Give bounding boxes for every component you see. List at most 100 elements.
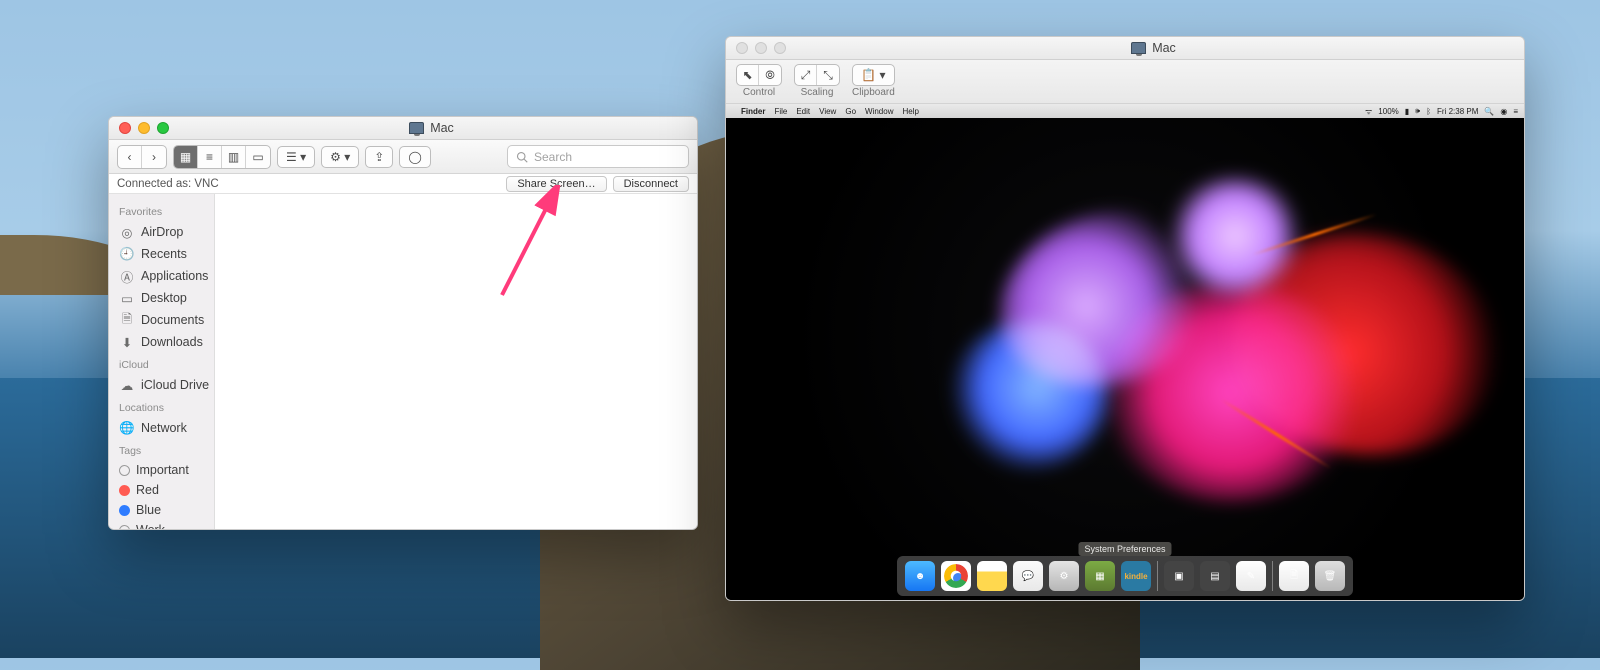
share-screen-button[interactable]: Share Screen…	[506, 176, 606, 192]
sidebar-item-tag-work[interactable]: Work	[115, 520, 214, 529]
dock-system-preferences-icon[interactable]: ⚙︎	[1049, 561, 1079, 591]
finder-toolbar: ‹ › ▦ ≡ ▥ ▭ ☰ ▾ ⚙︎ ▾ ⇪ ◯ Search	[109, 140, 697, 174]
binoculars-icon[interactable]: ⦾	[759, 65, 781, 85]
fit-icon[interactable]: ⤢	[795, 65, 817, 85]
finder-titlebar[interactable]: Mac	[109, 117, 697, 140]
bluetooth-icon[interactable]: ᛒ	[1426, 107, 1431, 116]
connected-as-label: Connected as: VNC	[117, 178, 219, 190]
airdrop-icon: ◎	[119, 224, 135, 240]
actual-icon[interactable]: ⤡	[817, 65, 839, 85]
clipboard-label: Clipboard	[852, 87, 895, 98]
nav-back-forward[interactable]: ‹ ›	[117, 145, 167, 169]
tag-icon	[119, 525, 130, 530]
connection-bar: Connected as: VNC Share Screen… Disconne…	[109, 174, 697, 194]
minimize-icon[interactable]	[755, 42, 767, 54]
sidebar-item-documents[interactable]: 🗎Documents	[115, 309, 214, 331]
sidebar-item-network[interactable]: 🌐Network	[115, 417, 214, 439]
dock-kindle-icon[interactable]: kindle	[1121, 561, 1151, 591]
siri-icon[interactable]: ◉	[1500, 107, 1507, 116]
sidebar-item-tag-important[interactable]: Important	[115, 460, 214, 480]
clock-icon: 🕘	[119, 246, 135, 262]
dock-messages-icon[interactable]: 💬	[1013, 561, 1043, 591]
scaling-label: Scaling	[801, 87, 834, 98]
gallery-view-icon[interactable]: ▭	[246, 146, 270, 168]
tags-button[interactable]: ◯	[399, 146, 430, 168]
sidebar-item-recents[interactable]: 🕘Recents	[115, 243, 214, 265]
arrange-button[interactable]: ☰ ▾	[277, 146, 315, 168]
close-icon[interactable]	[736, 42, 748, 54]
downloads-icon: ⬇	[119, 334, 135, 350]
icon-view-icon[interactable]: ▦	[174, 146, 198, 168]
dock-tooltip: System Preferences	[1078, 542, 1171, 556]
screenshare-titlebar[interactable]: Mac	[726, 37, 1524, 60]
finder-content[interactable]	[215, 194, 697, 529]
battery-label: 100%	[1378, 107, 1398, 116]
menubar-time[interactable]: Fri 2:38 PM	[1437, 107, 1478, 116]
back-icon[interactable]: ‹	[118, 146, 142, 168]
sidebar-item-icloud-drive[interactable]: ☁iCloud Drive	[115, 374, 214, 396]
sidebar-group-locations: Locations	[115, 396, 214, 417]
remote-screen[interactable]: Finder File Edit View Go Window Help ᯤ 1…	[726, 104, 1524, 600]
screenshare-window: Mac ⬉ ⦾ Control ⤢ ⤡ Scaling 📋 ▾ Clipboar…	[725, 36, 1525, 601]
screenshare-title: Mac	[1152, 41, 1176, 55]
computer-icon	[1131, 42, 1146, 54]
share-button[interactable]: ⇪	[365, 146, 393, 168]
remote-menu-edit[interactable]: Edit	[796, 107, 810, 116]
sidebar-item-airdrop[interactable]: ◎AirDrop	[115, 221, 214, 243]
remote-dock[interactable]: ☻ 💬 ⚙︎ ▦ kindle ▣ ▤ ✎ 🗎 🗑	[897, 556, 1353, 596]
minimize-icon[interactable]	[138, 122, 150, 134]
sidebar-group-icloud: iCloud	[115, 353, 214, 374]
wifi-icon[interactable]: ᯤ	[1365, 106, 1372, 117]
remote-menubar[interactable]: Finder File Edit View Go Window Help ᯤ 1…	[726, 104, 1524, 118]
cursor-icon[interactable]: ⬉	[737, 65, 759, 85]
globe-icon: 🌐	[119, 420, 135, 436]
sidebar-item-tag-blue[interactable]: Blue	[115, 500, 214, 520]
screenshare-toolbar: ⬉ ⦾ Control ⤢ ⤡ Scaling 📋 ▾ Clipboard	[726, 60, 1524, 104]
list-view-icon[interactable]: ≡	[198, 146, 222, 168]
dock-document-icon[interactable]: 🗎	[1279, 561, 1309, 591]
view-mode-segment[interactable]: ▦ ≡ ▥ ▭	[173, 145, 271, 169]
remote-menu-go[interactable]: Go	[845, 107, 856, 116]
search-placeholder: Search	[534, 150, 572, 164]
search-icon	[516, 151, 528, 163]
volume-icon[interactable]: 🕪	[1415, 106, 1420, 116]
tag-icon	[119, 505, 130, 516]
clipboard-button[interactable]: 📋 ▾	[852, 64, 894, 86]
search-input[interactable]: Search	[507, 145, 689, 168]
spotlight-icon[interactable]: 🔍	[1484, 107, 1494, 116]
dock-finder-icon[interactable]: ☻	[905, 561, 935, 591]
sidebar-item-applications[interactable]: ⒶApplications	[115, 265, 214, 287]
dock-app-icon[interactable]: ▤	[1200, 561, 1230, 591]
dock-app-icon[interactable]: ▣	[1164, 561, 1194, 591]
tag-icon	[119, 485, 130, 496]
disconnect-button[interactable]: Disconnect	[613, 176, 689, 192]
notification-center-icon[interactable]: ≡	[1513, 107, 1518, 116]
dock-textedit-icon[interactable]: ✎	[1236, 561, 1266, 591]
sidebar-item-tag-red[interactable]: Red	[115, 480, 214, 500]
close-icon[interactable]	[119, 122, 131, 134]
dock-separator	[1157, 561, 1158, 591]
tag-icon	[119, 465, 130, 476]
sidebar-group-tags: Tags	[115, 439, 214, 460]
column-view-icon[interactable]: ▥	[222, 146, 246, 168]
remote-desktop[interactable]: System Preferences ☻ 💬 ⚙︎ ▦ kindle ▣ ▤ ✎…	[726, 118, 1524, 600]
control-segment[interactable]: ⬉ ⦾	[736, 64, 782, 86]
dock-trash-icon[interactable]: 🗑	[1315, 561, 1345, 591]
finder-sidebar: Favorites ◎AirDrop 🕘Recents ⒶApplication…	[109, 194, 215, 529]
dock-minecraft-icon[interactable]: ▦	[1085, 561, 1115, 591]
remote-menu-file[interactable]: File	[774, 107, 787, 116]
forward-icon[interactable]: ›	[142, 146, 166, 168]
remote-menu-window[interactable]: Window	[865, 107, 893, 116]
zoom-icon[interactable]	[157, 122, 169, 134]
remote-app-name[interactable]: Finder	[741, 107, 765, 116]
sidebar-item-desktop[interactable]: ▭Desktop	[115, 287, 214, 309]
zoom-icon[interactable]	[774, 42, 786, 54]
remote-menu-help[interactable]: Help	[902, 107, 918, 116]
scaling-segment[interactable]: ⤢ ⤡	[794, 64, 840, 86]
dock-notes-icon[interactable]	[977, 561, 1007, 591]
dock-chrome-icon[interactable]	[941, 561, 971, 591]
remote-menu-view[interactable]: View	[819, 107, 836, 116]
sidebar-item-downloads[interactable]: ⬇Downloads	[115, 331, 214, 353]
battery-icon: ▮	[1405, 107, 1409, 116]
action-button[interactable]: ⚙︎ ▾	[321, 146, 359, 168]
